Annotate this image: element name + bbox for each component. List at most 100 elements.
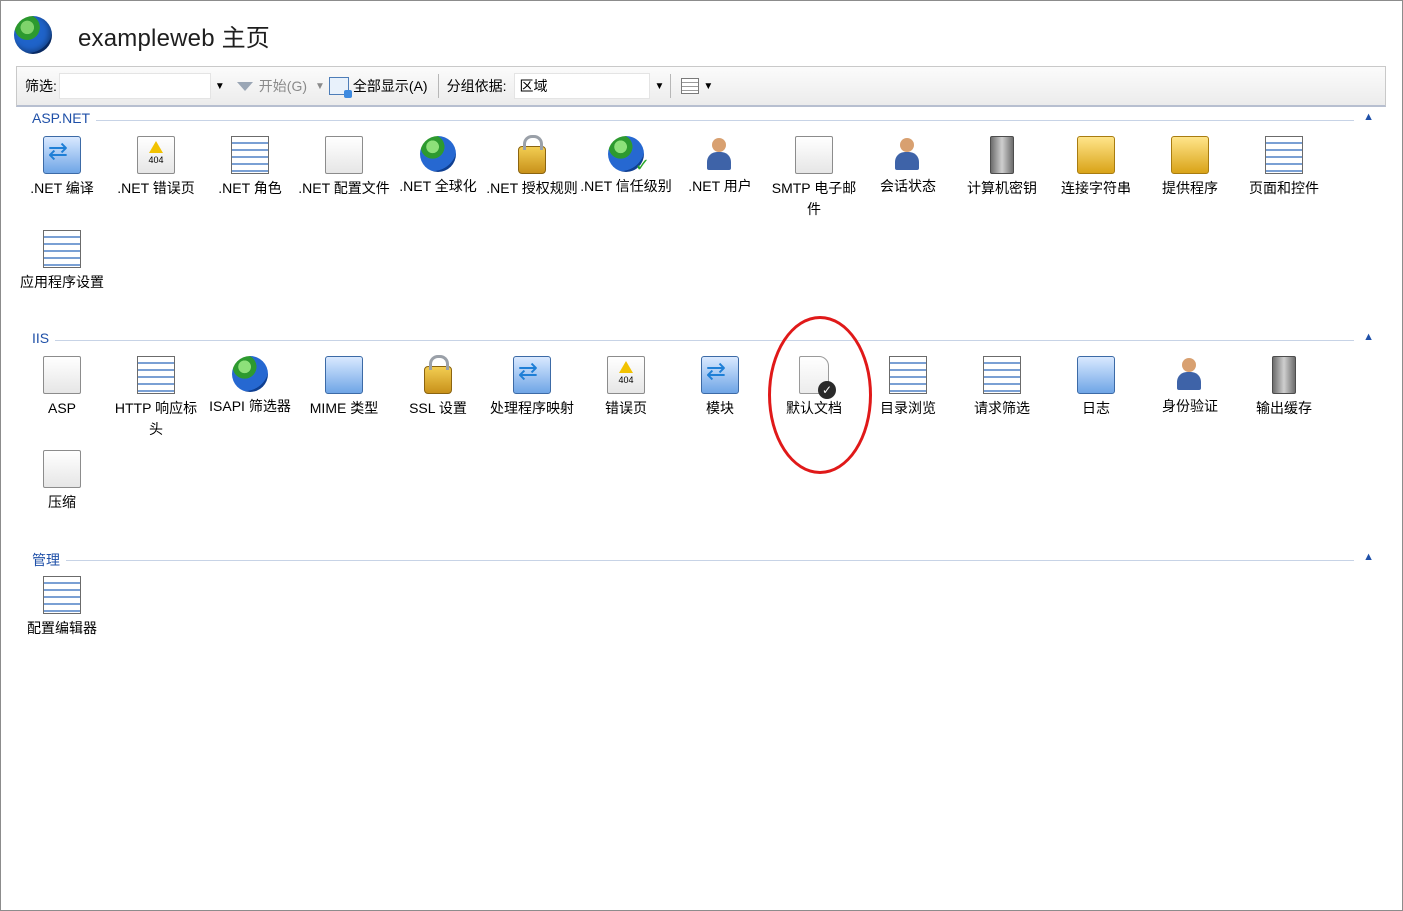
feature-authentication[interactable]: 身份验证: [1144, 356, 1236, 417]
section-aspnet: ASP.NET ▲ .NET 编译 .NET 错误页 .NET 角色 .NET …: [16, 110, 1384, 320]
feature-ssl-settings[interactable]: SSL 设置: [392, 355, 484, 419]
feature-connection-strings[interactable]: 连接字符串: [1050, 136, 1142, 199]
page-header: exampleweb 主页: [14, 12, 270, 58]
funnel-icon: [236, 81, 253, 91]
feature-smtp-email[interactable]: SMTP 电子邮件: [768, 136, 860, 220]
page-title: exampleweb 主页: [78, 24, 271, 52]
dotnet-error-pages-icon: [137, 136, 175, 174]
feature-compression[interactable]: 压缩: [16, 450, 108, 513]
configuration-editor-icon: [43, 576, 81, 614]
feature-handler-mappings[interactable]: 处理程序映射: [486, 356, 578, 419]
feature-http-response-headers[interactable]: HTTP 响应标头: [110, 356, 202, 440]
feature-dotnet-error-pages[interactable]: .NET 错误页: [110, 136, 202, 199]
feature-dotnet-profile[interactable]: .NET 配置文件: [298, 136, 390, 199]
feature-label: SMTP 电子邮件: [771, 180, 857, 217]
feature-label: SSL 设置: [409, 400, 467, 416]
section-divider: [32, 560, 1354, 561]
show-all-button[interactable]: 全部显示(A): [325, 73, 432, 99]
dotnet-profile-icon: [325, 136, 363, 174]
dotnet-roles-icon: [231, 136, 269, 174]
feature-label: 错误页: [605, 400, 647, 416]
smtp-email-icon: [795, 136, 833, 174]
feature-label: 计算机密钥: [967, 180, 1037, 196]
feature-session-state[interactable]: 会话状态: [862, 136, 954, 197]
group-by-select[interactable]: 区域: [514, 73, 651, 99]
error-pages-icon: [607, 356, 645, 394]
feature-directory-browsing[interactable]: 目录浏览: [862, 356, 954, 419]
handler-mappings-icon: [513, 356, 551, 394]
feature-dotnet-trust-levels[interactable]: .NET 信任级别: [580, 136, 672, 197]
section-header[interactable]: 管理 ▲: [16, 550, 1384, 570]
toolbar-separator: [670, 74, 672, 98]
feature-logging[interactable]: 日志: [1050, 356, 1142, 419]
feature-label: 目录浏览: [880, 400, 936, 416]
feature-modules[interactable]: 模块: [674, 356, 766, 419]
ssl-settings-icon: [424, 355, 452, 394]
feature-label: .NET 角色: [218, 180, 282, 196]
filter-dropdown-arrow-icon[interactable]: ▼: [215, 81, 225, 92]
dotnet-compilation-icon: [43, 136, 81, 174]
logging-icon: [1077, 356, 1115, 394]
feature-label: 连接字符串: [1061, 180, 1131, 196]
iis-globe-icon: [14, 16, 52, 54]
compression-icon: [43, 450, 81, 488]
group-by-label: 分组依据:: [446, 78, 507, 94]
feature-label: 输出缓存: [1256, 400, 1312, 416]
view-dropdown-arrow-icon[interactable]: ▼: [703, 81, 713, 92]
feature-app-settings[interactable]: 应用程序设置: [16, 230, 108, 293]
feature-label: .NET 信任级别: [580, 178, 672, 194]
section-title: IIS: [32, 330, 56, 346]
feature-label: 处理程序映射: [490, 400, 574, 416]
feature-label: .NET 编译: [30, 180, 94, 196]
feature-asp[interactable]: ASP: [16, 356, 108, 419]
filter-toolbar: 筛选: ▼ 开始(G) ▼ 全部显示(A) 分组依据: 区域 ▼ ▼: [16, 66, 1386, 107]
dotnet-authorization-rules-icon: [518, 135, 546, 174]
feature-dotnet-authorization-rules[interactable]: .NET 授权规则: [486, 135, 578, 199]
feature-dotnet-globalization[interactable]: .NET 全球化: [392, 136, 484, 197]
feature-label: 页面和控件: [1249, 180, 1319, 196]
section-management: 管理 ▲ 配置编辑器: [16, 550, 1384, 660]
feature-label: ASP: [47, 400, 76, 416]
feature-label: .NET 全球化: [399, 178, 477, 194]
section-title: ASP.NET: [32, 110, 97, 126]
feature-error-pages[interactable]: 错误页: [580, 356, 672, 419]
app-settings-icon: [43, 230, 81, 268]
section-divider: [32, 340, 1354, 341]
feature-label: ISAPI 筛选器: [209, 398, 291, 414]
filter-label: 筛选:: [25, 78, 57, 94]
feature-dotnet-users[interactable]: .NET 用户: [674, 136, 766, 197]
section-header[interactable]: IIS ▲: [16, 330, 1384, 350]
feature-label: 提供程序: [1162, 180, 1218, 196]
feature-pages-controls[interactable]: 页面和控件: [1238, 136, 1330, 199]
collapse-chevron-icon[interactable]: ▲: [1363, 331, 1374, 343]
feature-machine-key[interactable]: 计算机密钥: [956, 136, 1048, 199]
collapse-chevron-icon[interactable]: ▲: [1363, 111, 1374, 123]
collapse-chevron-icon[interactable]: ▲: [1363, 551, 1374, 563]
isapi-filters-icon: [232, 356, 268, 392]
session-state-icon: [890, 136, 926, 172]
show-all-icon: [328, 77, 352, 98]
feature-label: 应用程序设置: [20, 274, 104, 290]
feature-label: HTTP 响应标头: [114, 400, 198, 437]
feature-dotnet-compilation[interactable]: .NET 编译: [16, 136, 108, 199]
feature-label: 会话状态: [880, 178, 936, 194]
start-dropdown-arrow-icon[interactable]: ▼: [315, 81, 325, 92]
feature-default-document[interactable]: 默认文档: [768, 356, 860, 419]
start-filter-button[interactable]: 开始(G): [225, 73, 311, 99]
feature-configuration-editor[interactable]: 配置编辑器: [16, 576, 108, 639]
authentication-icon: [1172, 356, 1208, 392]
feature-isapi-filters[interactable]: ISAPI 筛选器: [204, 356, 296, 417]
feature-mime-types[interactable]: MIME 类型: [298, 356, 390, 419]
feature-label: .NET 用户: [688, 178, 752, 194]
feature-label: .NET 错误页: [117, 180, 195, 196]
request-filtering-icon: [983, 356, 1021, 394]
section-header[interactable]: ASP.NET ▲: [16, 110, 1384, 130]
feature-dotnet-roles[interactable]: .NET 角色: [204, 136, 296, 199]
filter-input[interactable]: [58, 73, 211, 99]
view-toggle-icon[interactable]: [681, 78, 700, 94]
group-by-dropdown-arrow-icon[interactable]: ▼: [654, 81, 664, 92]
feature-output-caching[interactable]: 输出缓存: [1238, 356, 1330, 419]
section-title: 管理: [32, 550, 66, 570]
feature-providers[interactable]: 提供程序: [1144, 136, 1236, 199]
feature-request-filtering[interactable]: 请求筛选: [956, 356, 1048, 419]
